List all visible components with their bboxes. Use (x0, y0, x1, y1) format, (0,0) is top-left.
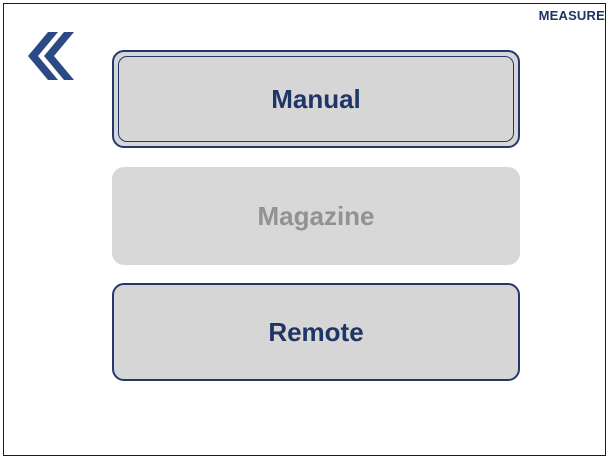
magazine-button: Magazine (112, 167, 520, 265)
back-button[interactable] (24, 30, 76, 82)
remote-button[interactable]: Remote (112, 283, 520, 381)
manual-button[interactable]: Manual (112, 50, 520, 148)
screen-title: MEASURE (538, 8, 605, 23)
manual-button-label: Manual (271, 83, 361, 114)
remote-button-label: Remote (268, 316, 364, 347)
magazine-button-label: Magazine (257, 200, 375, 231)
screen-frame: Manual Magazine Remote (3, 3, 606, 456)
double-chevron-left-icon (28, 32, 74, 80)
